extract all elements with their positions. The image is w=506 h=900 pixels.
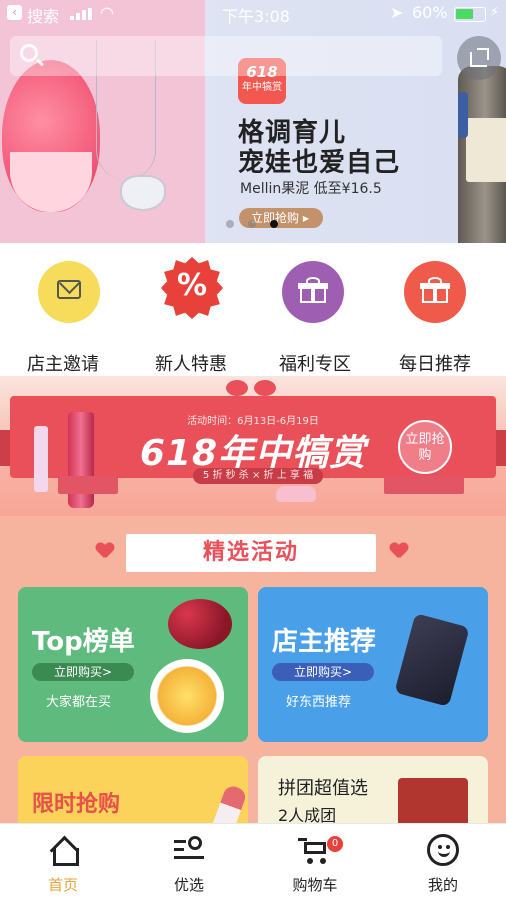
search-list-icon	[174, 834, 204, 864]
charging-bolt-icon: ⚡	[490, 5, 500, 20]
heart-icon	[96, 543, 114, 559]
section-title: 精选活动	[126, 534, 376, 572]
card-flash-sale[interactable]: 限时抢购	[18, 756, 248, 823]
gift-icon	[420, 277, 450, 303]
cart-count-badge: 0	[327, 836, 343, 852]
back-arrow-icon[interactable]: ‹	[7, 5, 22, 20]
tab-label: 购物车	[292, 876, 338, 894]
percent-icon: %	[161, 257, 223, 319]
category-circle	[404, 261, 466, 323]
home-icon	[50, 836, 79, 866]
category-owner-invite[interactable]: 店主邀请	[0, 261, 126, 375]
fruit-plate-image	[150, 659, 224, 733]
category-label: 新人特惠	[155, 354, 227, 375]
tab-home[interactable]: 首页	[0, 824, 126, 900]
phone-image	[394, 613, 470, 707]
stage-decoration	[384, 476, 464, 494]
carousel-dot-active[interactable]	[270, 220, 278, 228]
carousel-dot[interactable]	[248, 220, 256, 228]
smile-icon	[427, 834, 459, 866]
hero-subtitle: Mellin果泥 低至¥16.5	[240, 181, 382, 197]
promo-buy-button[interactable]: 立即抢购	[398, 420, 452, 474]
tab-cart[interactable]: 购物车	[252, 824, 378, 900]
location-arrow-icon: ➤	[390, 3, 404, 22]
search-input[interactable]	[10, 36, 442, 76]
share-button[interactable]	[457, 36, 501, 80]
battery-icon	[454, 7, 486, 22]
hero-banner[interactable]: 618 年中犒赏 格调育儿 宠娃也爱自己 Mellin果泥 低至¥16.5 立即…	[0, 0, 506, 243]
card-subtitle: 大家都在买	[46, 695, 112, 710]
category-circle	[282, 261, 344, 323]
tab-bar: 首页 优选 购物车 我的 0	[0, 823, 506, 900]
card-top-ranking[interactable]: Top榜单 立即购买> 大家都在买	[18, 587, 248, 742]
tab-label: 我的	[427, 876, 458, 894]
card-buy-button[interactable]: 立即购买>	[272, 663, 374, 681]
tab-featured[interactable]: 优选	[126, 824, 252, 900]
signal-icon	[70, 8, 92, 20]
card-owner-recommend[interactable]: 店主推荐 立即购买> 好东西推荐	[258, 587, 488, 742]
status-time: 下午3:08	[222, 7, 290, 26]
cleansing-device-image	[2, 60, 100, 212]
category-welfare-zone[interactable]: 福利专区	[252, 261, 378, 375]
hero-title-line2: 宠娃也爱自己	[238, 148, 401, 178]
category-label: 店主邀请	[27, 354, 99, 375]
tab-label: 首页	[47, 876, 78, 894]
category-grid: 店主邀请 % 新人特惠 福利专区 每日推荐	[0, 243, 506, 376]
card-title: 店主推荐	[272, 627, 377, 657]
card-group-buy[interactable]: 拼团超值选 2人成团	[258, 756, 488, 823]
stage-decoration	[58, 476, 118, 494]
category-label: 每日推荐	[399, 354, 471, 375]
tab-mine[interactable]: 我的	[380, 824, 506, 900]
snack-bag-image	[398, 778, 468, 823]
tab-label: 优选	[173, 876, 204, 894]
wifi-icon: ◠	[100, 3, 114, 22]
card-title: Top榜单	[32, 627, 135, 657]
hero-badge-bottom: 年中犒赏	[242, 82, 282, 93]
carousel-dot[interactable]	[226, 220, 234, 228]
promo-subtitle: 5 折 秒 杀 × 折 上 享 福	[193, 468, 323, 484]
category-circle	[38, 261, 100, 323]
search-icon	[20, 44, 38, 62]
card-subtitle: 2人成团	[278, 806, 337, 823]
gift-icon	[298, 277, 328, 303]
envelope-icon	[57, 280, 81, 299]
card-title: 拼团超值选	[278, 778, 368, 799]
category-newcomer-deal[interactable]: % 新人特惠	[128, 257, 254, 375]
bottle-label-image	[466, 118, 506, 182]
category-label: 福利专区	[279, 354, 351, 375]
category-daily-pick[interactable]: 每日推荐	[372, 261, 498, 375]
toy-car-image	[276, 486, 316, 502]
battery-percent: 60%	[412, 3, 448, 22]
figurine-image	[458, 92, 468, 138]
status-bar: ‹ 搜索 ◠ 下午3:08 ➤ 60% ⚡	[0, 0, 506, 28]
back-app-label[interactable]: 搜索	[27, 3, 59, 27]
card-buy-button[interactable]: 立即购买>	[32, 663, 134, 681]
card-title: 限时抢购	[32, 792, 121, 817]
lipstick-image	[210, 783, 248, 823]
heart-icon	[390, 543, 408, 559]
necklace-pendant-image	[120, 175, 166, 211]
promo-banner[interactable]: 活动时间：6月13日-6月19日 618年中犒赏 5 折 秒 杀 × 折 上 享…	[0, 376, 506, 516]
card-subtitle: 好东西推荐	[286, 695, 352, 710]
cherries-image	[168, 599, 232, 649]
